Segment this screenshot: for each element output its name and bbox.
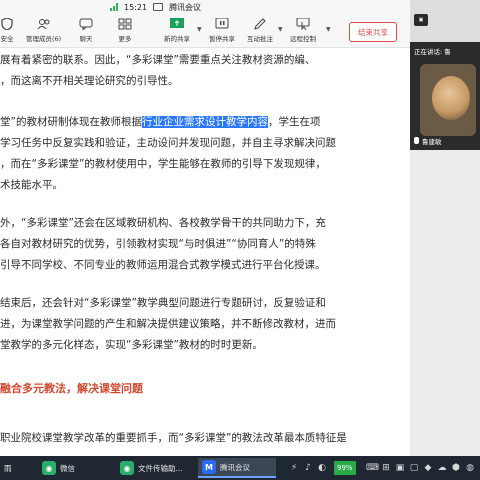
speaker-video[interactable]: 正在讲话: 鲁 鲁建敏 bbox=[410, 42, 480, 150]
wechat-icon: ◉ bbox=[120, 461, 134, 475]
taskbar-item-wechat[interactable]: ◉ 微信 bbox=[38, 458, 110, 478]
members-label: 管理成员(6) bbox=[26, 35, 62, 43]
signal-icon bbox=[110, 3, 118, 11]
doc-line: 引导不同学校、不同专业的教师运用混合式教学模式进行平台化授课。 bbox=[0, 259, 326, 271]
taskbar-item-label: 文件传输助... bbox=[138, 463, 183, 473]
security-button[interactable]: 安全 bbox=[0, 18, 14, 46]
pause-icon bbox=[215, 18, 229, 29]
speaker-name: 鲁建敏 bbox=[422, 138, 442, 146]
chat-label: 聊天 bbox=[79, 35, 93, 43]
chat-icon bbox=[79, 18, 93, 30]
shield-icon bbox=[1, 18, 13, 30]
pause-share-label: 暂停共享 bbox=[209, 35, 235, 43]
more-button[interactable]: 更多 bbox=[118, 18, 132, 46]
members-button[interactable]: 管理成员(6) bbox=[26, 18, 61, 46]
selected-text[interactable]: 行业企业需求设计教学内容 bbox=[141, 116, 268, 128]
tray-icon[interactable]: ◆ bbox=[422, 462, 434, 474]
more-icon bbox=[118, 18, 132, 30]
title-bar: 15:21 腾讯会议 bbox=[110, 1, 201, 13]
chevron-down-icon[interactable]: ▼ bbox=[326, 26, 331, 33]
doc-line: 学习任务中反复实践和验证，主动设问并发现问题，并自主寻求解决问题 bbox=[0, 137, 336, 149]
battery-indicator[interactable]: 99% bbox=[334, 461, 356, 475]
taskbar-item-label: 腾讯会议 bbox=[220, 462, 250, 472]
end-share-button[interactable]: 结束共享 bbox=[349, 22, 397, 42]
tencent-meeting-icon: M bbox=[202, 460, 216, 474]
annotate-button[interactable]: 互动批注 bbox=[247, 18, 273, 46]
video-panel: ▣ 正在讲话: 鲁 鲁建敏 bbox=[410, 0, 480, 456]
taskbar-item-tencent-meeting[interactable]: M 腾讯会议 bbox=[198, 458, 276, 478]
doc-text: 堂”的教材研制体现在教师根据 bbox=[0, 116, 142, 128]
document-view: 展有着紧密的联系。因此，“多彩课堂”需要重点关注教材资源的编、 ，而这离不开相关… bbox=[0, 48, 410, 456]
doc-line: 术技能水平。 bbox=[0, 179, 63, 191]
tray-icon[interactable]: ◍ bbox=[464, 462, 476, 474]
chat-button[interactable]: 聊天 bbox=[79, 18, 93, 46]
remote-control-button[interactable]: 远程控制 bbox=[290, 18, 316, 46]
keyboard-icon[interactable]: ⌨ bbox=[366, 462, 379, 474]
doc-line: 各自对教材研究的优势，引领教材实现“与时俱进”“协同育人”的特殊 bbox=[0, 238, 316, 250]
chevron-down-icon[interactable]: ▼ bbox=[197, 26, 202, 33]
doc-line: 堂教学的多元化样态，实现“多彩课堂”教材的时时更新。 bbox=[0, 339, 263, 351]
new-share-button[interactable]: 新的共享 bbox=[164, 18, 190, 46]
doc-line: 外，“多彩课堂”还会在区域教研机构、各校教学骨干的共同助力下，充 bbox=[0, 217, 326, 229]
annotate-icon bbox=[254, 18, 266, 30]
taskbar-item-label: 微信 bbox=[60, 463, 75, 473]
doc-line: 结束后，还会针对“多彩课堂”教学典型问题进行专题研讨，反复验证和 bbox=[0, 297, 326, 309]
volume-icon[interactable]: ♪ bbox=[302, 462, 314, 474]
wechat-icon: ◉ bbox=[42, 461, 56, 475]
taskbar-item[interactable]: 雨 bbox=[0, 458, 36, 478]
members-icon bbox=[37, 19, 50, 30]
tray-icon[interactable]: ⊞ bbox=[380, 462, 392, 474]
app-logo-icon bbox=[153, 3, 164, 11]
chevron-down-icon[interactable]: ▼ bbox=[278, 26, 283, 33]
share-screen-icon bbox=[170, 18, 184, 28]
windows-taskbar: 雨 ◉ 微信 ◉ 文件传输助... M 腾讯会议 ⚡ ♪ ◐ 99% ⌨ ⊞ ▣… bbox=[0, 456, 480, 480]
taskbar-item-label: 雨 bbox=[4, 463, 12, 473]
more-label: 更多 bbox=[118, 35, 132, 43]
new-share-label: 新的共享 bbox=[164, 35, 190, 43]
taskbar-item-file-transfer[interactable]: ◉ 文件传输助... bbox=[116, 458, 192, 478]
app-title: 腾讯会议 bbox=[169, 2, 202, 12]
security-label: 安全 bbox=[0, 35, 14, 43]
speaker-label: 正在讲话: 鲁 bbox=[414, 48, 451, 56]
doc-text: ，学生在项 bbox=[267, 116, 321, 128]
remote-control-icon bbox=[296, 18, 310, 30]
doc-line: ，而这离不开相关理论研究的引导性。 bbox=[0, 75, 179, 87]
tray-icon[interactable]: ⬢ bbox=[450, 462, 462, 474]
video-panel-header: ▣ bbox=[410, 0, 480, 42]
remote-control-label: 远程控制 bbox=[290, 35, 316, 43]
clock: 15:21 bbox=[124, 2, 148, 12]
tray-icon[interactable]: ☁ bbox=[436, 462, 448, 474]
pause-share-button[interactable]: 暂停共享 bbox=[209, 18, 235, 46]
network-icon[interactable]: ⚡ bbox=[288, 462, 300, 474]
doc-line: 职业院校课堂教学改革的重要抓手，而“多彩课堂”的教法改革最本质特征是 bbox=[0, 432, 347, 444]
meeting-toolbar: 15:21 腾讯会议 安全 管理成员(6) 聊天 更多 新的共享 ▼ 暂停共享 … bbox=[0, 0, 410, 48]
doc-line-highlighted: 堂”的教材研制体现在教师根据行业企业需求设计教学内容，学生在项 bbox=[0, 112, 320, 133]
speaker-face bbox=[432, 76, 470, 120]
tray-icon[interactable]: ▢ bbox=[408, 462, 420, 474]
section-heading: 融合多元教法，解决课堂问题 bbox=[0, 382, 143, 395]
doc-line: 进，为课堂教学问题的产生和解决提供建议策略，并不断修改教材，进而 bbox=[0, 318, 336, 330]
window-mode-icon[interactable]: ▣ bbox=[414, 14, 428, 26]
doc-line: 展有着紧密的联系。因此，“多彩课堂”需要重点关注教材资源的编、 bbox=[0, 54, 316, 66]
doc-line: ，而在“多彩课堂”的教材使用中，学生能够在教师的引导下发现规律， bbox=[0, 158, 326, 170]
tray-icon[interactable]: ◐ bbox=[316, 462, 328, 474]
mic-icon bbox=[414, 137, 419, 144]
annotate-label: 互动批注 bbox=[247, 35, 273, 43]
tray-icon[interactable]: ▣ bbox=[394, 462, 406, 474]
